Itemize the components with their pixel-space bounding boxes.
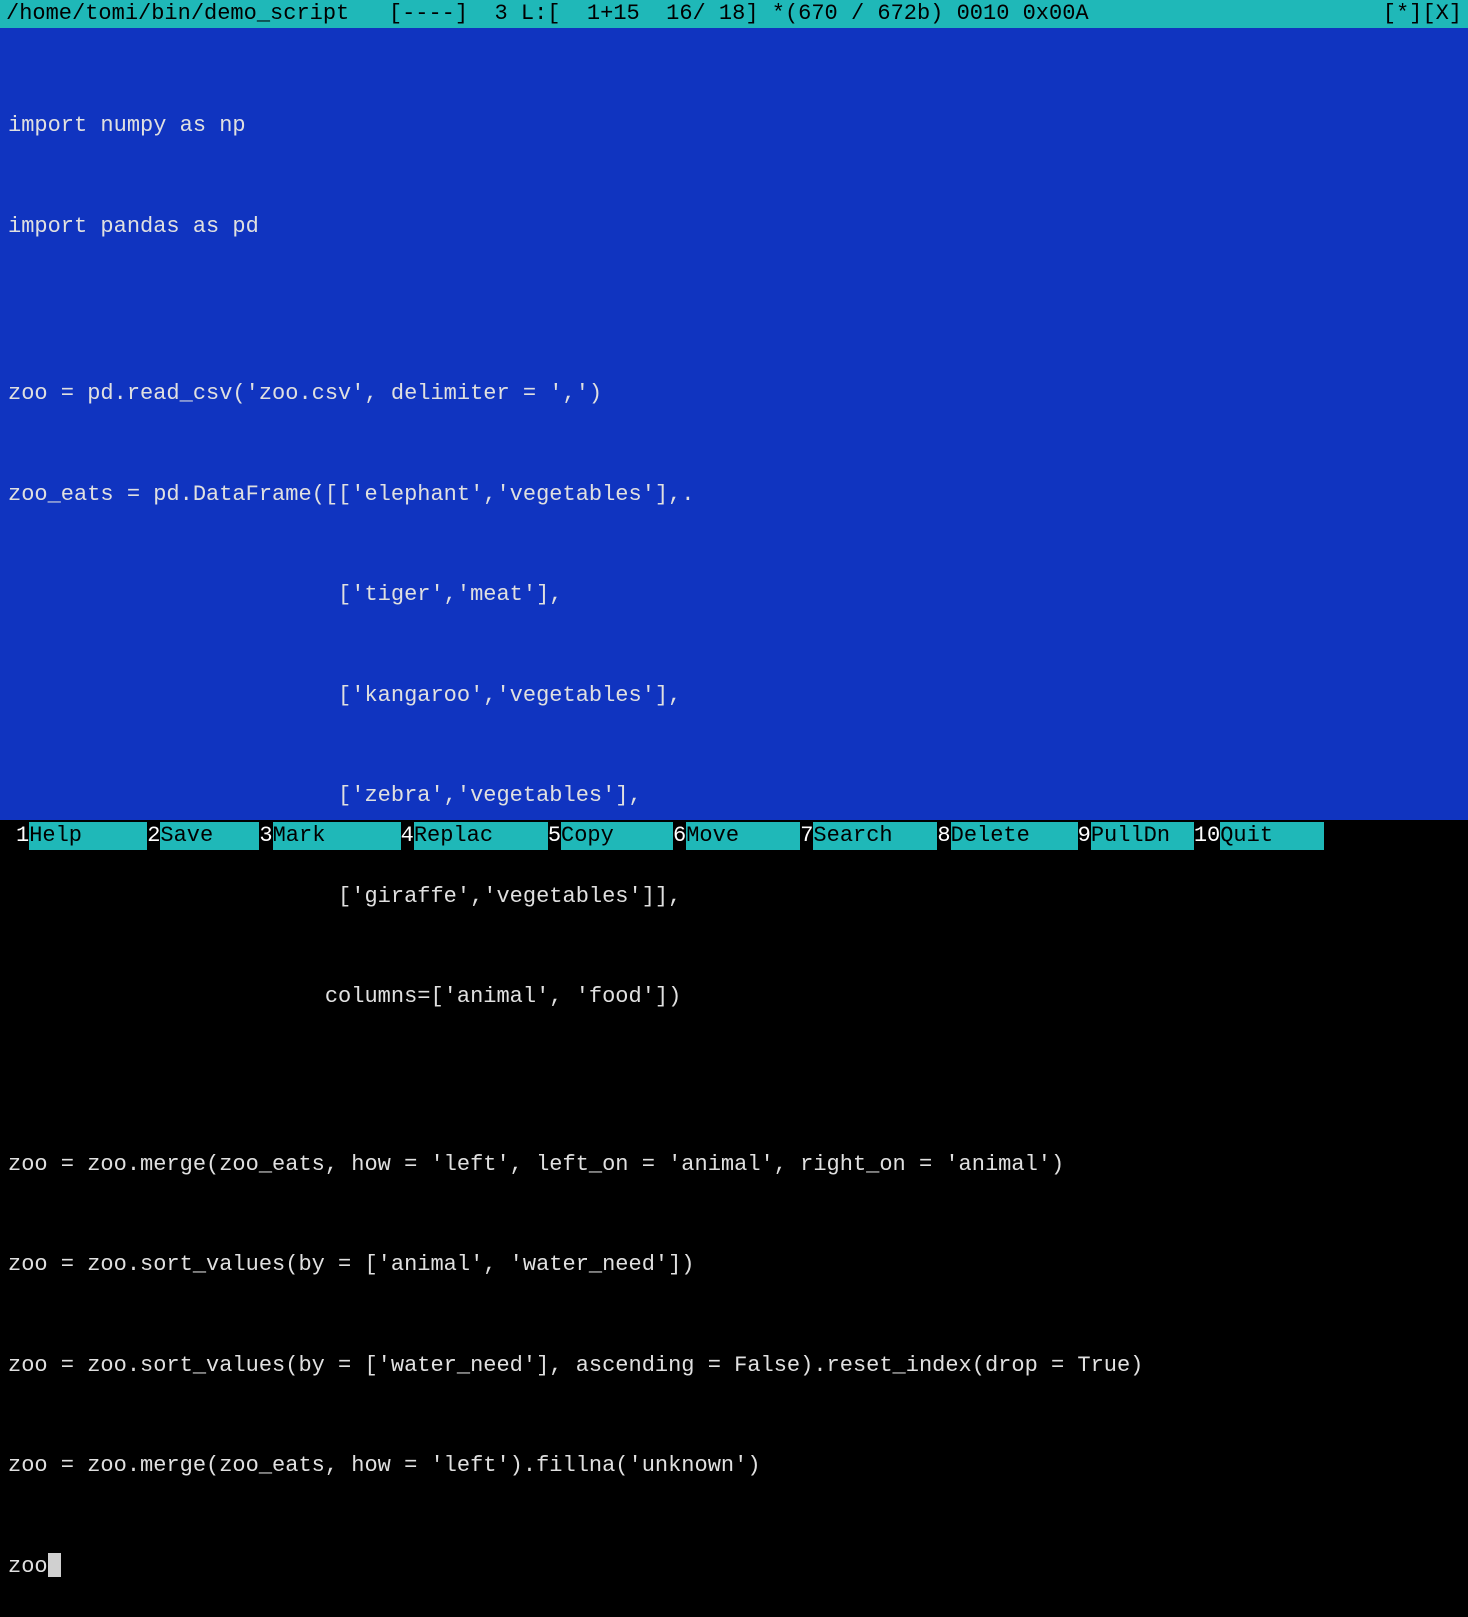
file-path: /home/tomi/bin/demo_script	[6, 1, 349, 26]
file-flags: [----]	[389, 1, 468, 26]
code-line: import numpy as np	[8, 109, 1460, 143]
file-bytes: *(670 / 672b)	[772, 1, 944, 26]
code-line: ['kangaroo','vegetables'],	[8, 679, 1460, 713]
fkey-number: 2	[147, 822, 160, 850]
fkey-number: 7	[800, 822, 813, 850]
fkey-number: 9	[1078, 822, 1091, 850]
fkey-help[interactable]: 1Help	[16, 822, 147, 850]
fkey-label: Save	[160, 822, 259, 850]
fkey-number: 5	[548, 822, 561, 850]
title-bar-left: /home/tomi/bin/demo_script [----] 3 L:[ …	[6, 0, 1089, 28]
cursor-position: 3 L:[ 1+15 16/ 18]	[495, 1, 759, 26]
fkey-pulldn[interactable]: 9PullDn	[1078, 822, 1194, 850]
code-line: zoo = pd.read_csv('zoo.csv', delimiter =…	[8, 377, 1460, 411]
fkey-number: 10	[1194, 822, 1220, 850]
fkey-label: PullDn	[1091, 822, 1194, 850]
code-line: zoo = zoo.merge(zoo_eats, how = 'left', …	[8, 1148, 1460, 1182]
fkey-label: Mark	[273, 822, 401, 850]
code-line-current: zoo	[8, 1550, 1460, 1584]
code-line: zoo = zoo.merge(zoo_eats, how = 'left').…	[8, 1449, 1460, 1483]
fkey-label: Move	[686, 822, 800, 850]
fkey-number: 8	[937, 822, 950, 850]
fkey-label: Quit	[1220, 822, 1324, 850]
fkey-label: Delete	[951, 822, 1078, 850]
code-line: ['tiger','meat'],	[8, 578, 1460, 612]
code-line: ['giraffe','vegetables']],	[8, 880, 1460, 914]
modified-marker: [*]	[1383, 1, 1423, 26]
fkey-save[interactable]: 2Save	[147, 822, 259, 850]
function-key-bar: 1Help 2Save 3Mark 4Replac 5Copy 6Move 7S…	[0, 820, 1468, 852]
fkey-copy[interactable]: 5Copy	[548, 822, 673, 850]
code-line: columns=['animal', 'food'])	[8, 980, 1460, 1014]
code-line: zoo = zoo.sort_values(by = ['water_need'…	[8, 1349, 1460, 1383]
fkey-number: 3	[259, 822, 272, 850]
title-bar: /home/tomi/bin/demo_script [----] 3 L:[ …	[0, 0, 1468, 28]
fkey-move[interactable]: 6Move	[673, 822, 800, 850]
fkey-label: Copy	[561, 822, 673, 850]
code-line: import pandas as pd	[8, 210, 1460, 244]
text-cursor	[48, 1553, 61, 1577]
code-line: ['zebra','vegetables'],	[8, 779, 1460, 813]
fkey-replace[interactable]: 4Replac	[401, 822, 548, 850]
fkey-quit[interactable]: 10Quit	[1194, 822, 1324, 850]
fkey-number: 6	[673, 822, 686, 850]
char-codes: 0010 0x00A	[957, 1, 1089, 26]
fkey-number: 1	[16, 822, 29, 850]
fkey-number: 4	[401, 822, 414, 850]
editor-pane[interactable]: import numpy as np import pandas as pd z…	[0, 28, 1468, 820]
fkey-search[interactable]: 7Search	[800, 822, 937, 850]
code-line: zoo_eats = pd.DataFrame([['elephant','ve…	[8, 478, 1460, 512]
fkey-delete[interactable]: 8Delete	[937, 822, 1077, 850]
fkey-label: Search	[813, 822, 937, 850]
close-button[interactable]: [X]	[1422, 1, 1462, 26]
fkey-mark[interactable]: 3Mark	[259, 822, 400, 850]
title-bar-right: [*][X]	[1383, 0, 1462, 28]
fkey-label: Replac	[414, 822, 548, 850]
code-line: zoo = zoo.sort_values(by = ['animal', 'w…	[8, 1248, 1460, 1282]
fkey-label: Help	[29, 822, 147, 850]
